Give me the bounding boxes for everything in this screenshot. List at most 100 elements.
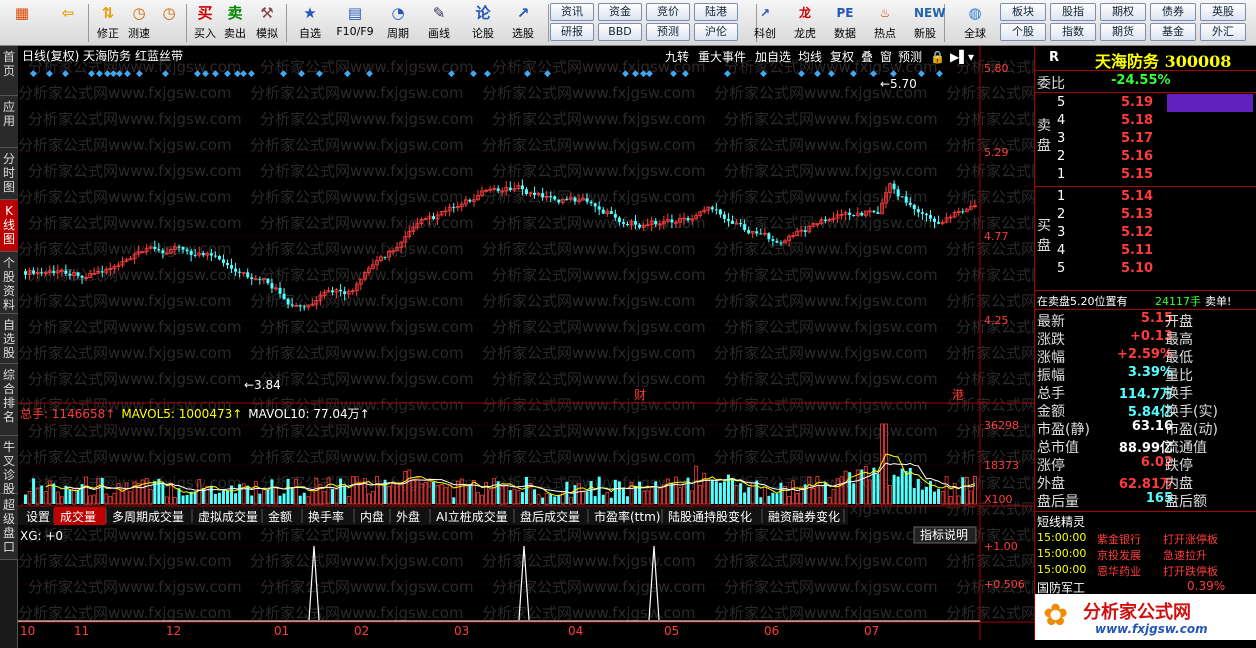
short-item-stock[interactable]: 恩华药业 — [1097, 563, 1141, 579]
toolbar-grid-button[interactable]: 竞价 — [646, 3, 690, 21]
fix-button[interactable]: ⇅ 修正 — [92, 2, 124, 44]
toolbar-right-grid-button[interactable]: 基金 — [1150, 23, 1196, 41]
watermark-text: 分析家公式网www.fxjgsw.com — [260, 370, 474, 388]
sidebar-item[interactable]: 分时图 — [0, 148, 18, 200]
period-button[interactable]: ◔ 周期 — [378, 2, 418, 44]
data-button[interactable]: PE 数据 — [826, 2, 864, 44]
stat-label: 市盈(静) — [1037, 422, 1090, 438]
buy-button[interactable]: 买买入 — [190, 2, 220, 44]
dragon-tiger-button[interactable]: 龙龙虎 — [786, 2, 824, 44]
toolbar-right-grid-button[interactable]: 指数 — [1050, 23, 1096, 41]
bid-price: 5.14 — [1121, 189, 1154, 204]
sidebar-item[interactable]: 综合排名 — [0, 364, 18, 436]
hotspot-button[interactable]: ♨ 热点 — [866, 2, 904, 44]
global-button[interactable]: ◍ 全球 — [954, 2, 996, 44]
event-label-hk[interactable]: 港 — [952, 388, 964, 402]
sidebar-item[interactable]: 应用 — [0, 96, 18, 148]
volume-bar — [557, 495, 561, 504]
indicator-tab[interactable]: 陆股通持股变化 — [668, 509, 752, 524]
science-button[interactable]: ↗ 科创 — [746, 2, 784, 44]
indicator-tab[interactable]: 外盘 — [396, 509, 420, 524]
indicator-tab[interactable]: 内盘 — [360, 509, 384, 524]
new-stock-button[interactable]: NEW 新股 — [906, 2, 945, 44]
menu-button[interactable]: ▦ — [4, 2, 40, 44]
toolbar-grid-button[interactable]: 研报 — [550, 23, 594, 41]
split-icon[interactable]: ▶▌ — [950, 49, 968, 64]
back-button[interactable]: ⇦ — [50, 2, 86, 44]
toolbar-right-grid-button[interactable]: 债券 — [1150, 3, 1196, 21]
signal-diamond: ◆ — [484, 69, 491, 79]
chevron-down-icon[interactable]: ▾ — [968, 50, 974, 64]
chart-top-button[interactable]: 预测 — [898, 50, 922, 64]
candle-body — [520, 185, 524, 190]
candle-body — [597, 206, 601, 210]
chart-top-button[interactable]: 叠 — [861, 50, 873, 64]
volume-bar — [520, 492, 524, 504]
sector-value: 0.39% — [1187, 579, 1226, 593]
sidebar-item[interactable]: K线图 — [0, 200, 18, 252]
toolbar-grid-button[interactable]: 沪伦 — [694, 23, 738, 41]
indicator-tab[interactable]: 换手率 — [308, 509, 344, 524]
lock-icon[interactable]: 🔒 — [930, 50, 945, 64]
candle-body — [258, 278, 262, 280]
sidebar-item[interactable]: 牛叉诊股 — [0, 436, 18, 496]
toolbar-grid-button[interactable]: 陆港 — [694, 3, 738, 21]
f10-button[interactable]: ▤ F10/F9 — [332, 2, 378, 44]
clock-button[interactable]: ◷ — [154, 2, 184, 44]
stopwatch-button[interactable]: ◷ 测速 — [124, 2, 154, 44]
toolbar-right-grid-button[interactable]: 股指 — [1050, 3, 1096, 21]
volume-bar — [290, 487, 294, 504]
event-label-finance[interactable]: 财 — [634, 388, 646, 402]
chart-top-button[interactable]: 九转 — [665, 49, 689, 64]
indicator-tab[interactable]: 成交量 — [60, 509, 96, 524]
watchlist-button[interactable]: ★ 自选 — [290, 2, 330, 44]
chart-top-button[interactable]: 复权 — [830, 50, 854, 64]
chart-top-button[interactable]: 重大事件 — [698, 50, 746, 64]
simulate-button[interactable]: ⚒ 模拟 — [252, 2, 282, 44]
indicator-tab[interactable]: 设置 — [26, 510, 50, 524]
indicator-tab[interactable]: 虚拟成交量 — [198, 509, 258, 524]
kline-chart[interactable]: 分析家公式网www.fxjgsw.com 分析家公式网www.fxjgsw.com… — [18, 46, 1034, 640]
candle-body — [181, 246, 185, 250]
candle-body — [161, 250, 165, 254]
toolbar-right-grid-button[interactable]: 外汇 — [1200, 23, 1246, 41]
toolbar-grid-button[interactable]: 预测 — [646, 23, 690, 41]
toolbar-grid-button[interactable]: BBD — [598, 23, 642, 41]
volume-bar — [76, 489, 80, 504]
forum-button[interactable]: 论论股 — [466, 2, 500, 44]
chart-top-button[interactable]: 均线 — [798, 50, 822, 64]
indicator-tab[interactable]: 盘后成交量 — [520, 509, 580, 524]
toolbar-right-grid-button[interactable]: 个股 — [1000, 23, 1046, 41]
sidebar-item[interactable]: 首页 — [0, 46, 18, 96]
signal-diamond: ◆ — [46, 69, 53, 79]
short-item-stock[interactable]: 紫金银行 — [1097, 531, 1141, 547]
toolbar-right-grid-button[interactable]: 期权 — [1100, 3, 1146, 21]
chart-top-button[interactable]: 窗 — [880, 50, 892, 64]
volume-bar — [634, 485, 638, 504]
candle-body — [177, 246, 181, 248]
sidebar-item[interactable]: 自选股 — [0, 314, 18, 364]
toolbar-right-grid-button[interactable]: 英股 — [1200, 3, 1246, 21]
volume-mavol10: MAVOL10: 77.04万↑ — [248, 407, 369, 421]
chart-top-button[interactable]: 加自选 — [755, 50, 791, 64]
sidebar-item[interactable]: 超级盘口 — [0, 494, 18, 560]
indicator-tab[interactable]: AI立桩成交量 — [436, 509, 508, 524]
short-item-stock[interactable]: 京投发展 — [1097, 547, 1141, 563]
short-item-time: 15:00:00 — [1037, 563, 1087, 576]
draw-button[interactable]: ✎ 画线 — [420, 2, 458, 44]
sidebar-item[interactable]: 个股资料 — [0, 252, 18, 314]
toolbar-right-grid-button[interactable]: 板块 — [1000, 3, 1046, 21]
indicator-tab[interactable]: 金额 — [268, 509, 292, 524]
toolbar-grid-button[interactable]: 资金 — [598, 3, 642, 21]
sell-button[interactable]: 卖卖出 — [220, 2, 250, 44]
toolbar-right-grid-button[interactable]: 期货 — [1100, 23, 1146, 41]
volume-bar — [613, 479, 617, 504]
candle-body — [779, 242, 783, 244]
pick-stock-button[interactable]: ↗ 选股 — [504, 2, 542, 44]
indicator-tab[interactable]: 多周期成交量 — [112, 509, 184, 524]
signal-diamond: ◆ — [622, 69, 629, 79]
indicator-tab[interactable]: 市盈率(ttm) — [594, 509, 660, 524]
toolbar-grid-button[interactable]: 资讯 — [550, 3, 594, 21]
signal-diamond: ◆ — [88, 69, 95, 79]
indicator-tab[interactable]: 融资融券变化 — [768, 509, 840, 524]
